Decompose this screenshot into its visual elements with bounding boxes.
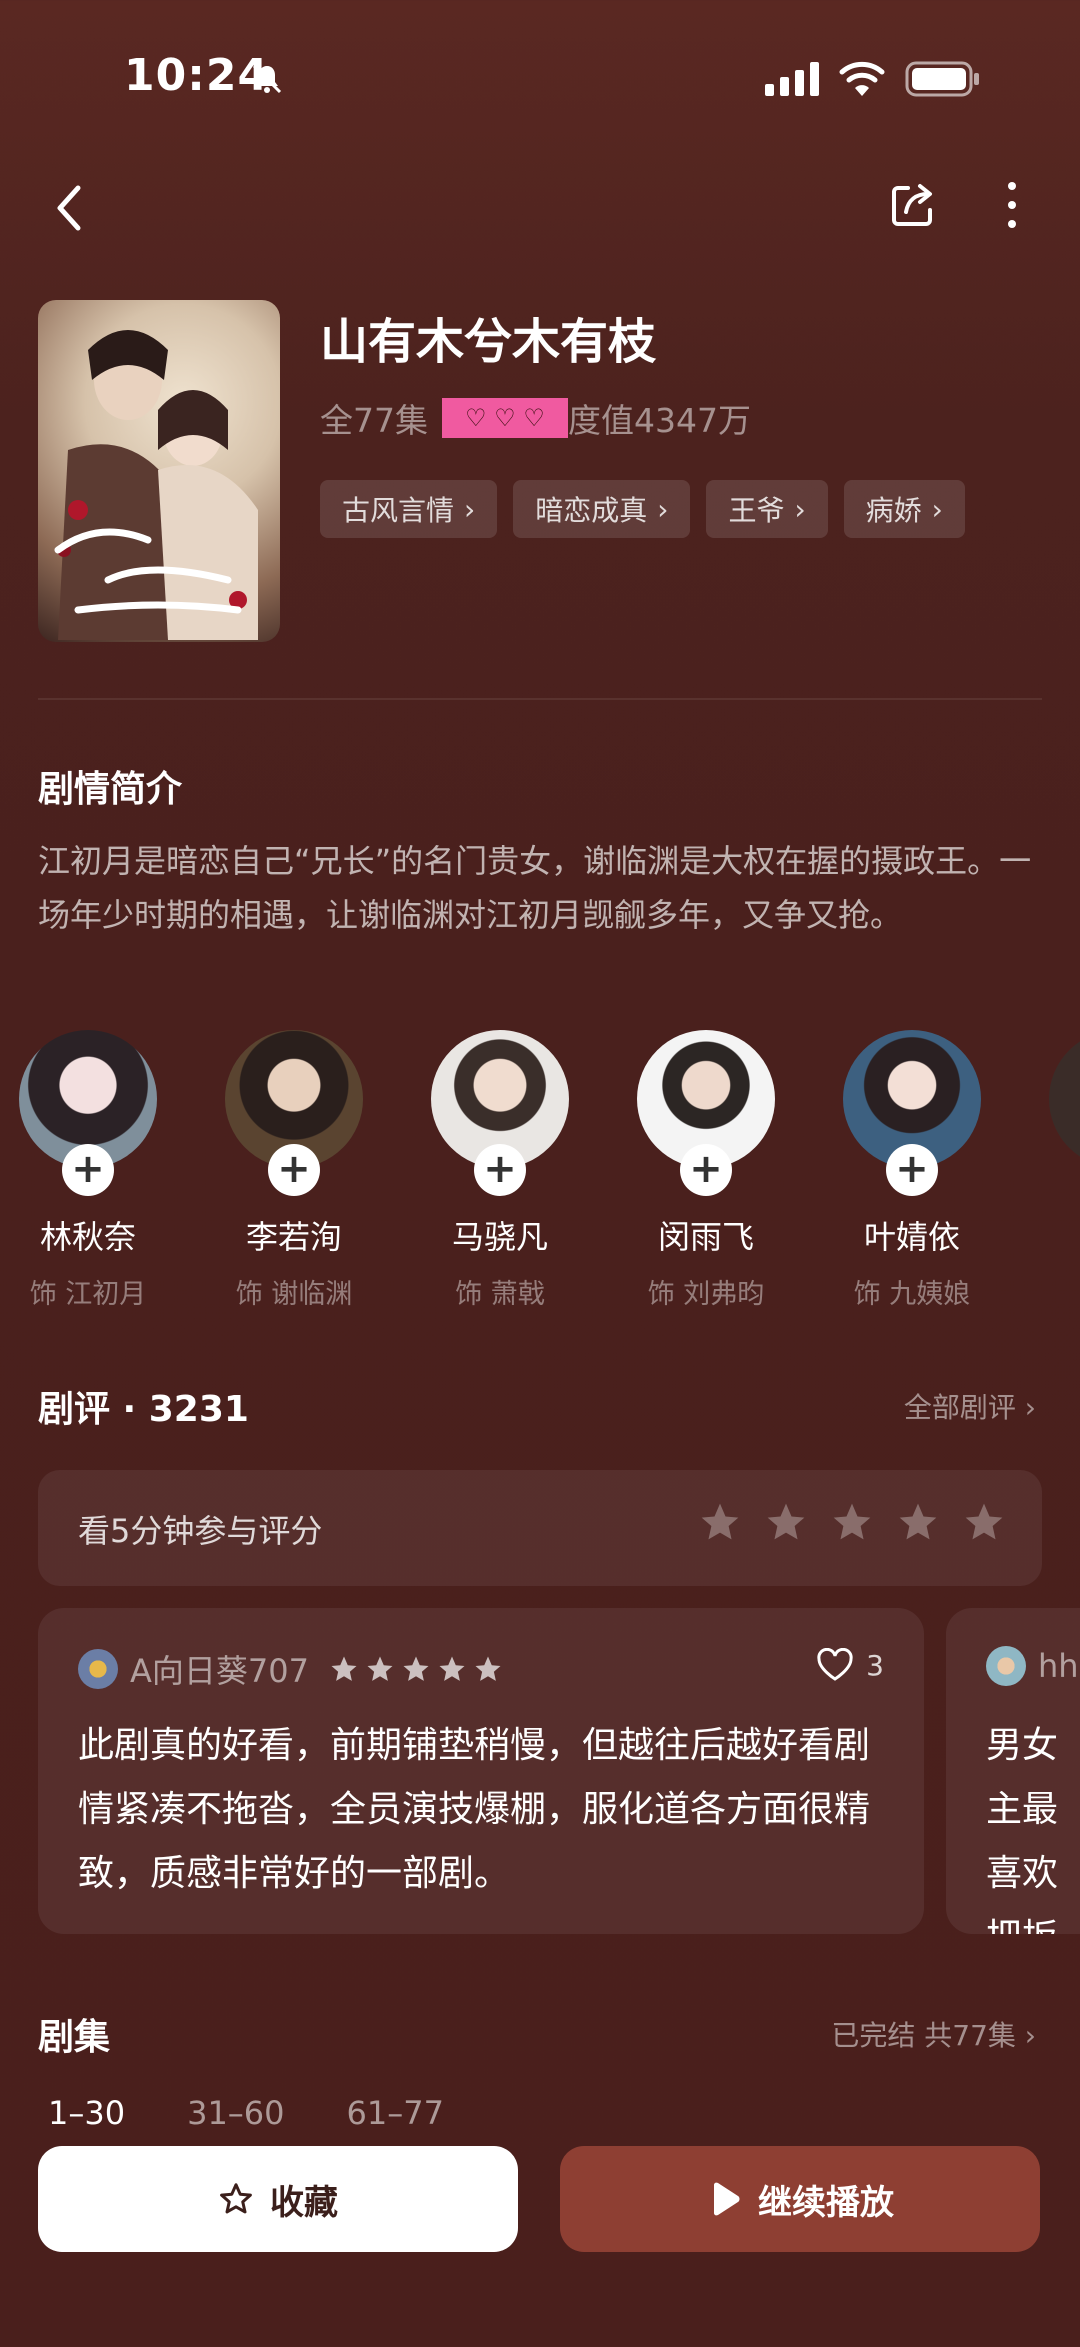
avatar[interactable]: + [843, 1030, 981, 1196]
tag-item[interactable]: 暗恋成真 › [513, 480, 691, 538]
more-vertical-icon[interactable] [1000, 180, 1024, 230]
battery-icon [905, 61, 979, 97]
follow-plus-icon[interactable]: + [268, 1144, 320, 1196]
review-user[interactable]: hh [1038, 1647, 1079, 1685]
all-reviews-link[interactable]: 全部剧评 › [904, 1386, 1036, 1426]
follow-plus-icon[interactable]: + [680, 1144, 732, 1196]
review-header: A向日葵707 [78, 1646, 503, 1692]
synopsis-heading: 剧情简介 [38, 769, 183, 810]
review-card[interactable]: A向日葵707 3 此剧真的好看，前期铺垫稍慢，但越往后越好看剧情紧凑不拖沓，全… [38, 1608, 924, 1934]
tag-item[interactable]: 王爷 › [706, 480, 828, 538]
episode-range-tab[interactable]: 31–60 [187, 2094, 284, 2132]
bell-muted-icon [252, 64, 282, 94]
episode-range-tab[interactable]: 1–30 [48, 2094, 125, 2132]
star-icon [475, 1656, 501, 1681]
status-time: 10:24 [124, 50, 270, 101]
back-arrow-icon[interactable] [48, 180, 92, 236]
drama-poster[interactable] [38, 300, 280, 642]
rating-prompt: 看5分钟参与评分 [78, 1512, 323, 1550]
heart-icon[interactable] [816, 1648, 854, 1682]
avatar[interactable] [1049, 1030, 1080, 1168]
star-icon[interactable] [830, 1500, 874, 1544]
chevron-right-icon: › [794, 492, 806, 526]
episodes-heading: 剧集 [38, 2017, 111, 2058]
signal-icon [765, 62, 819, 96]
chevron-right-icon: › [464, 492, 476, 526]
chevron-right-icon: › [931, 492, 943, 526]
cast-item[interactable]: + 叶婧依 饰 九姨娘 [842, 1030, 982, 1310]
tag-item[interactable]: 古风言情 › [320, 480, 498, 538]
cast-list: + 林秋奈 饰 江初月 + 李若洵 饰 谢临渊 + 马骁凡 饰 萧戟 + 闵雨飞… [18, 1030, 1080, 1310]
popularity-value: 度值4347万 [568, 401, 751, 440]
star-icon [367, 1656, 393, 1681]
episode-range-tab[interactable]: 61–77 [347, 2094, 444, 2132]
user-avatar[interactable] [78, 1649, 118, 1689]
cast-item[interactable]: + 马骁凡 饰 萧戟 [430, 1030, 570, 1310]
review-text: 此剧真的好看，前期铺垫稍慢，但越往后越好看剧情紧凑不拖沓，全员演技爆棚，服化道各… [78, 1725, 871, 1894]
cast-item[interactable]: 黄 饰 [1048, 1030, 1080, 1310]
review-text: 男女主最喜欢把扳 [986, 1725, 1059, 1934]
synopsis-text: 江初月是暗恋自己“兄长”的名门贵女，谢临渊是大权在握的摄政王。一场年少时期的相遇… [38, 842, 1032, 934]
star-icon[interactable] [962, 1500, 1006, 1544]
like-count: 3 [866, 1648, 884, 1682]
user-avatar[interactable] [986, 1646, 1026, 1686]
avatar[interactable]: + [19, 1030, 157, 1196]
play-label: 继续播放 [758, 2182, 894, 2223]
continue-play-button[interactable]: 继续播放 [560, 2146, 1040, 2252]
drama-meta: 全77集 ♡ ♡ ♡ 度值4347万 [320, 394, 751, 442]
episode-range-tabs: 1–30 31–60 61–77 [48, 2094, 444, 2132]
rating-stars[interactable] [698, 1500, 1006, 1544]
divider [38, 698, 1042, 700]
heart-sticker-icon: ♡ ♡ ♡ [442, 398, 568, 438]
favorite-button[interactable]: 收藏 [38, 2146, 518, 2252]
star-outline-icon [220, 2183, 252, 2214]
avatar[interactable]: + [225, 1030, 363, 1196]
drama-title: 山有木兮木有枝 [320, 314, 657, 370]
chevron-right-icon: › [657, 492, 669, 526]
episode-count: 全77集 [320, 401, 428, 440]
review-header: hh [986, 1646, 1079, 1686]
star-icon[interactable] [698, 1500, 742, 1544]
cast-item[interactable]: + 李若洵 饰 谢临渊 [224, 1030, 364, 1310]
star-icon [403, 1656, 429, 1681]
review-stars [329, 1654, 503, 1684]
favorite-label: 收藏 [270, 2182, 338, 2223]
wifi-icon [839, 61, 885, 96]
tag-list: 古风言情 › 暗恋成真 › 王爷 › 病娇 › [320, 480, 965, 538]
tag-item[interactable]: 病娇 › [843, 480, 965, 538]
star-icon[interactable] [764, 1500, 808, 1544]
cast-item[interactable]: + 林秋奈 饰 江初月 [18, 1030, 158, 1310]
follow-plus-icon[interactable]: + [474, 1144, 526, 1196]
like-button[interactable]: 3 [816, 1648, 884, 1682]
avatar[interactable]: + [637, 1030, 775, 1196]
review-user[interactable]: A向日葵707 [130, 1646, 309, 1692]
follow-plus-icon[interactable]: + [62, 1144, 114, 1196]
reviews-heading: 剧评 · 3231 [38, 1389, 249, 1430]
cast-item[interactable]: + 闵雨飞 饰 刘弗昀 [636, 1030, 776, 1310]
play-icon [714, 2182, 740, 2216]
review-card[interactable]: hh 男女主最喜欢把扳 [946, 1608, 1080, 1934]
follow-plus-icon[interactable]: + [886, 1144, 938, 1196]
star-icon[interactable] [896, 1500, 940, 1544]
share-icon[interactable] [888, 180, 938, 230]
avatar[interactable]: + [431, 1030, 569, 1196]
star-icon [439, 1656, 465, 1681]
star-icon [331, 1656, 357, 1681]
episodes-status-link[interactable]: 已完结 共77集 › [831, 2014, 1036, 2054]
